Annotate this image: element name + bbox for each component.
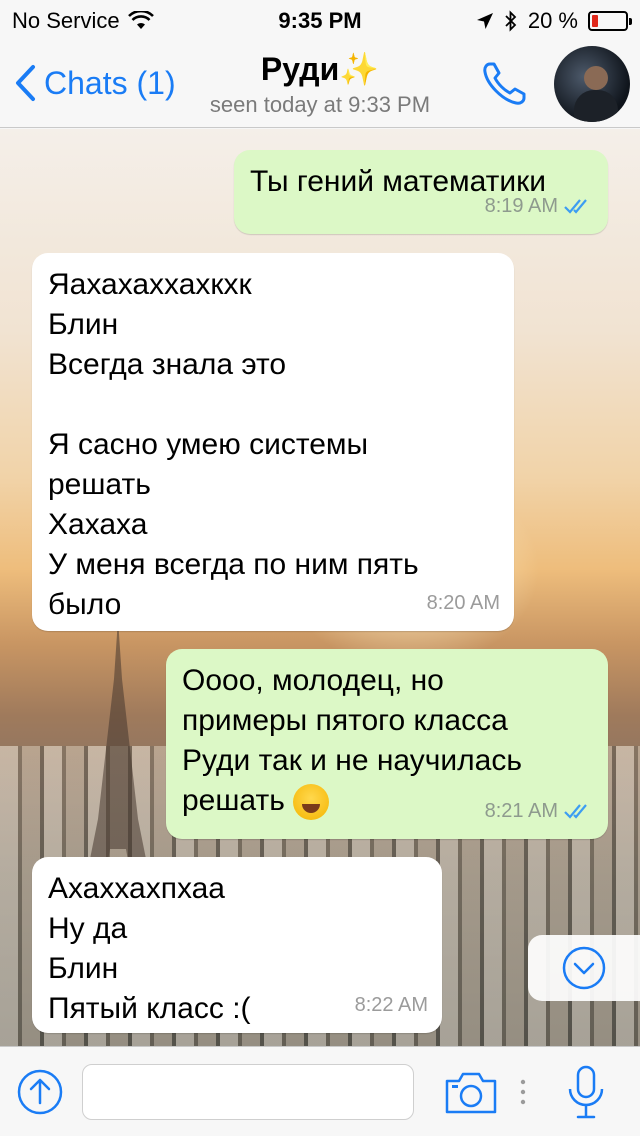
bluetooth-icon — [505, 10, 517, 32]
message-text: Яахахаххахкхк Блин Всегда знала это Я са… — [48, 268, 419, 621]
battery-icon — [588, 11, 632, 31]
phone-call-icon[interactable] — [478, 58, 530, 110]
location-arrow-icon — [476, 13, 493, 29]
battery-level — [592, 15, 599, 27]
camera-icon[interactable] — [444, 1069, 498, 1115]
more-dots-icon — [520, 1079, 526, 1105]
message-bubble-incoming[interactable]: Ахаххахпхаа Ну да Блин Пятый класс :( 8:… — [32, 857, 442, 1033]
message-bubble-outgoing[interactable]: Ты гений математики 8:19 AM — [234, 150, 608, 234]
message-input[interactable] — [82, 1064, 414, 1120]
tears-of-joy-emoji-icon — [293, 784, 330, 821]
last-seen: seen today at 9:33 PM — [209, 92, 431, 117]
read-ticks-icon — [564, 199, 587, 214]
contact-name: Руди✨ — [260, 51, 380, 87]
status-right: 20 % — [476, 8, 632, 34]
message-time: 8:22 AM — [354, 994, 428, 1016]
battery-percent: 20 % — [527, 8, 578, 33]
status-bar: No Service 9:35 PM 20 % — [0, 0, 640, 40]
message-text: Оооо, молодец, но примеры пятого класса … — [182, 664, 522, 817]
message-meta: 8:21 AM — [485, 791, 594, 831]
message-meta: 8:19 AM — [485, 186, 594, 226]
compose-bar — [0, 1046, 640, 1136]
contact-info[interactable]: Руди✨ seen today at 9:33 PM — [0, 50, 640, 118]
contact-avatar[interactable] — [554, 46, 630, 122]
scroll-to-bottom-button[interactable] — [528, 935, 640, 1001]
chat-header: Chats (1) Руди✨ seen today at 9:33 PM — [0, 40, 640, 128]
message-time: 8:19 AM — [484, 195, 558, 217]
message-time: 8:20 AM — [426, 592, 500, 614]
message-bubble-outgoing[interactable]: Оооо, молодец, но примеры пятого класса … — [166, 649, 608, 839]
read-ticks-icon — [564, 804, 587, 819]
message-list[interactable]: Ты гений математики 8:19 AM Яахахаххахкх… — [0, 129, 640, 1046]
message-bubble-incoming[interactable]: Яахахаххахкхк Блин Всегда знала это Я са… — [32, 253, 514, 631]
chevron-down-circle-icon — [562, 946, 606, 990]
message-meta: 8:22 AM — [355, 985, 428, 1025]
message-time: 8:21 AM — [484, 800, 558, 822]
attach-upload-icon[interactable] — [16, 1068, 64, 1116]
message-meta: 8:20 AM — [427, 583, 500, 623]
microphone-icon[interactable] — [566, 1065, 606, 1121]
